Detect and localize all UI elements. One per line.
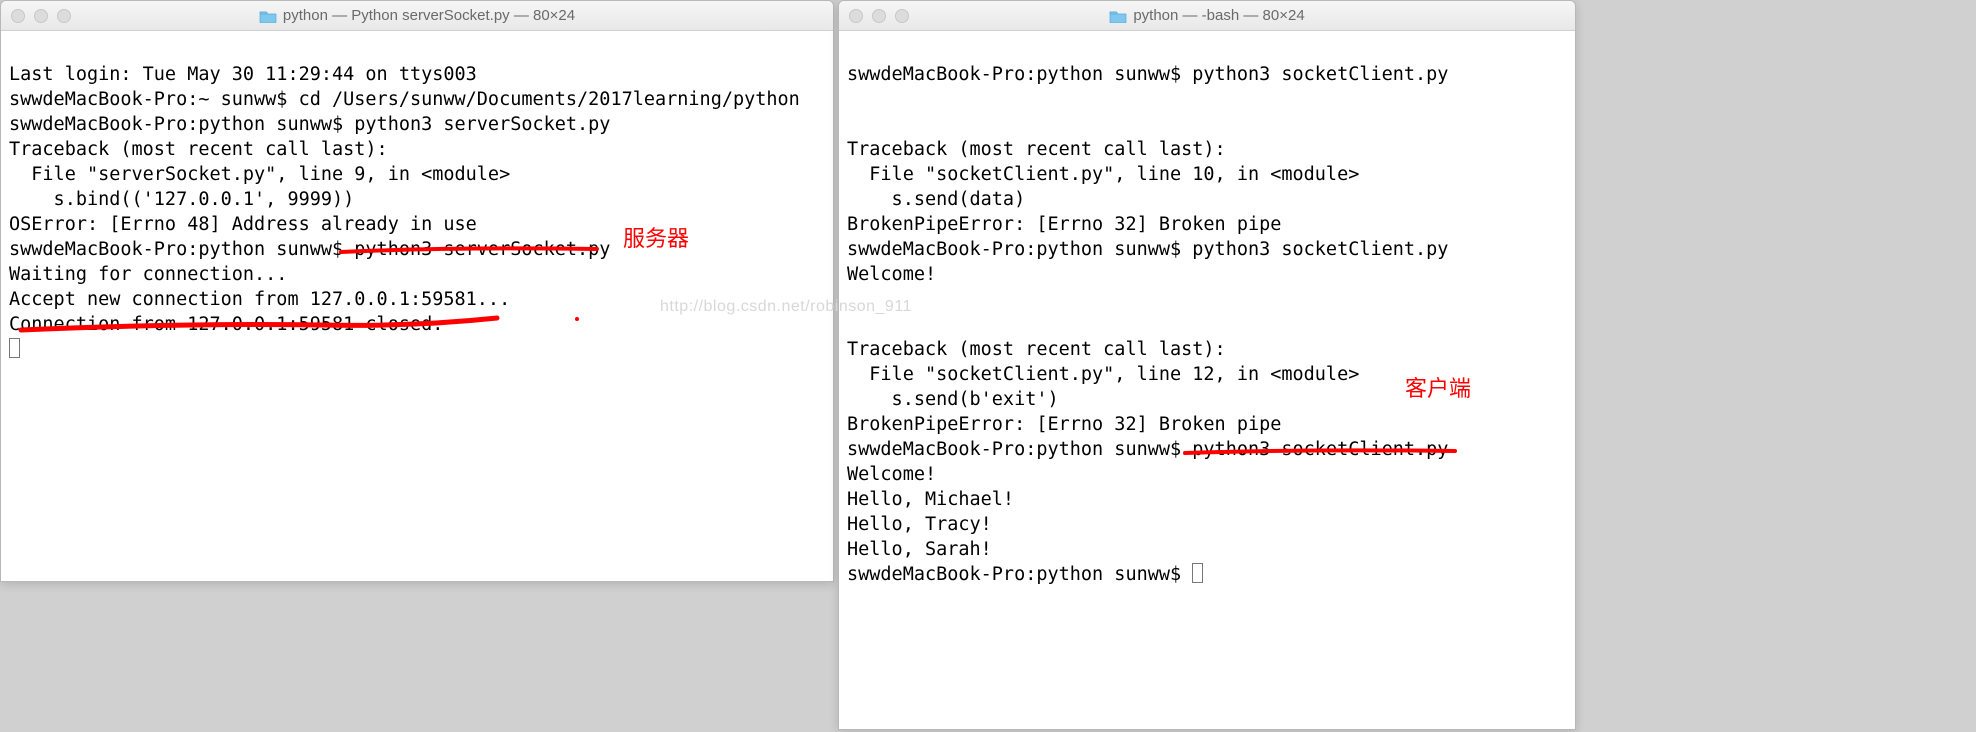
cursor-icon — [1192, 563, 1203, 583]
terminal-line: File "socketClient.py", line 12, in <mod… — [847, 364, 1359, 385]
terminal-line: Waiting for connection... — [9, 264, 287, 285]
window-title: python — -bash — 80×24 — [849, 7, 1565, 24]
terminal-line: Accept new connection from 127.0.0.1:595… — [9, 289, 510, 310]
terminal-body-server[interactable]: Last login: Tue May 30 11:29:44 on ttys0… — [1, 31, 833, 581]
traffic-lights — [849, 9, 909, 23]
terminal-body-client[interactable]: swwdeMacBook-Pro:python sunww$ python3 s… — [839, 31, 1575, 729]
terminal-line: Last login: Tue May 30 11:29:44 on ttys0… — [9, 64, 477, 85]
close-icon[interactable] — [849, 9, 863, 23]
terminal-line: File "serverSocket.py", line 9, in <modu… — [9, 164, 510, 185]
folder-icon — [1109, 9, 1127, 23]
folder-icon — [259, 9, 277, 23]
terminal-line: swwdeMacBook-Pro:python sunww$ python3 s… — [9, 114, 610, 135]
terminal-line: Hello, Michael! — [847, 489, 1014, 510]
terminal-line: Traceback (most recent call last): — [847, 139, 1226, 160]
titlebar[interactable]: python — -bash — 80×24 — [839, 1, 1575, 31]
terminal-line: BrokenPipeError: [Errno 32] Broken pipe — [847, 214, 1281, 235]
terminal-line: Traceback (most recent call last): — [847, 339, 1226, 360]
terminal-line: Welcome! — [847, 464, 936, 485]
titlebar[interactable]: python — Python serverSocket.py — 80×24 — [1, 1, 833, 31]
terminal-line: Hello, Tracy! — [847, 514, 992, 535]
minimize-icon[interactable] — [872, 9, 886, 23]
title-text: python — Python serverSocket.py — 80×24 — [283, 7, 575, 24]
terminal-line: s.bind(('127.0.0.1', 9999)) — [9, 189, 354, 210]
terminal-line: Traceback (most recent call last): — [9, 139, 388, 160]
terminal-line: Hello, Sarah! — [847, 539, 992, 560]
terminal-line: swwdeMacBook-Pro:python sunww$ python3 s… — [847, 64, 1448, 85]
window-title: python — Python serverSocket.py — 80×24 — [11, 7, 823, 24]
cursor-icon — [9, 338, 20, 358]
terminal-line: swwdeMacBook-Pro:python sunww$ python3 s… — [9, 239, 610, 260]
annotation-client-label: 客户端 — [1405, 376, 1471, 401]
annotation-server-label: 服务器 — [623, 226, 689, 251]
zoom-icon[interactable] — [895, 9, 909, 23]
terminal-line: BrokenPipeError: [Errno 32] Broken pipe — [847, 414, 1281, 435]
traffic-lights — [11, 9, 71, 23]
terminal-line: s.send(data) — [847, 189, 1025, 210]
close-icon[interactable] — [11, 9, 25, 23]
terminal-line: Welcome! — [847, 264, 936, 285]
terminal-line: swwdeMacBook-Pro:~ sunww$ cd /Users/sunw… — [9, 89, 800, 110]
terminal-line: swwdeMacBook-Pro:python sunww$ — [847, 564, 1192, 585]
zoom-icon[interactable] — [57, 9, 71, 23]
title-text: python — -bash — 80×24 — [1133, 7, 1304, 24]
terminal-line: File "socketClient.py", line 10, in <mod… — [847, 164, 1359, 185]
terminal-window-client[interactable]: python — -bash — 80×24 swwdeMacBook-Pro:… — [838, 0, 1576, 730]
terminal-line: s.send(b'exit') — [847, 389, 1059, 410]
terminal-window-server[interactable]: python — Python serverSocket.py — 80×24 … — [0, 0, 834, 582]
terminal-line: Connection from 127.0.0.1:59581 closed. — [9, 314, 443, 335]
terminal-line: swwdeMacBook-Pro:python sunww$ python3 s… — [847, 239, 1448, 260]
terminal-line: swwdeMacBook-Pro:python sunww$ python3 s… — [847, 439, 1448, 460]
terminal-line: OSError: [Errno 48] Address already in u… — [9, 214, 477, 235]
minimize-icon[interactable] — [34, 9, 48, 23]
